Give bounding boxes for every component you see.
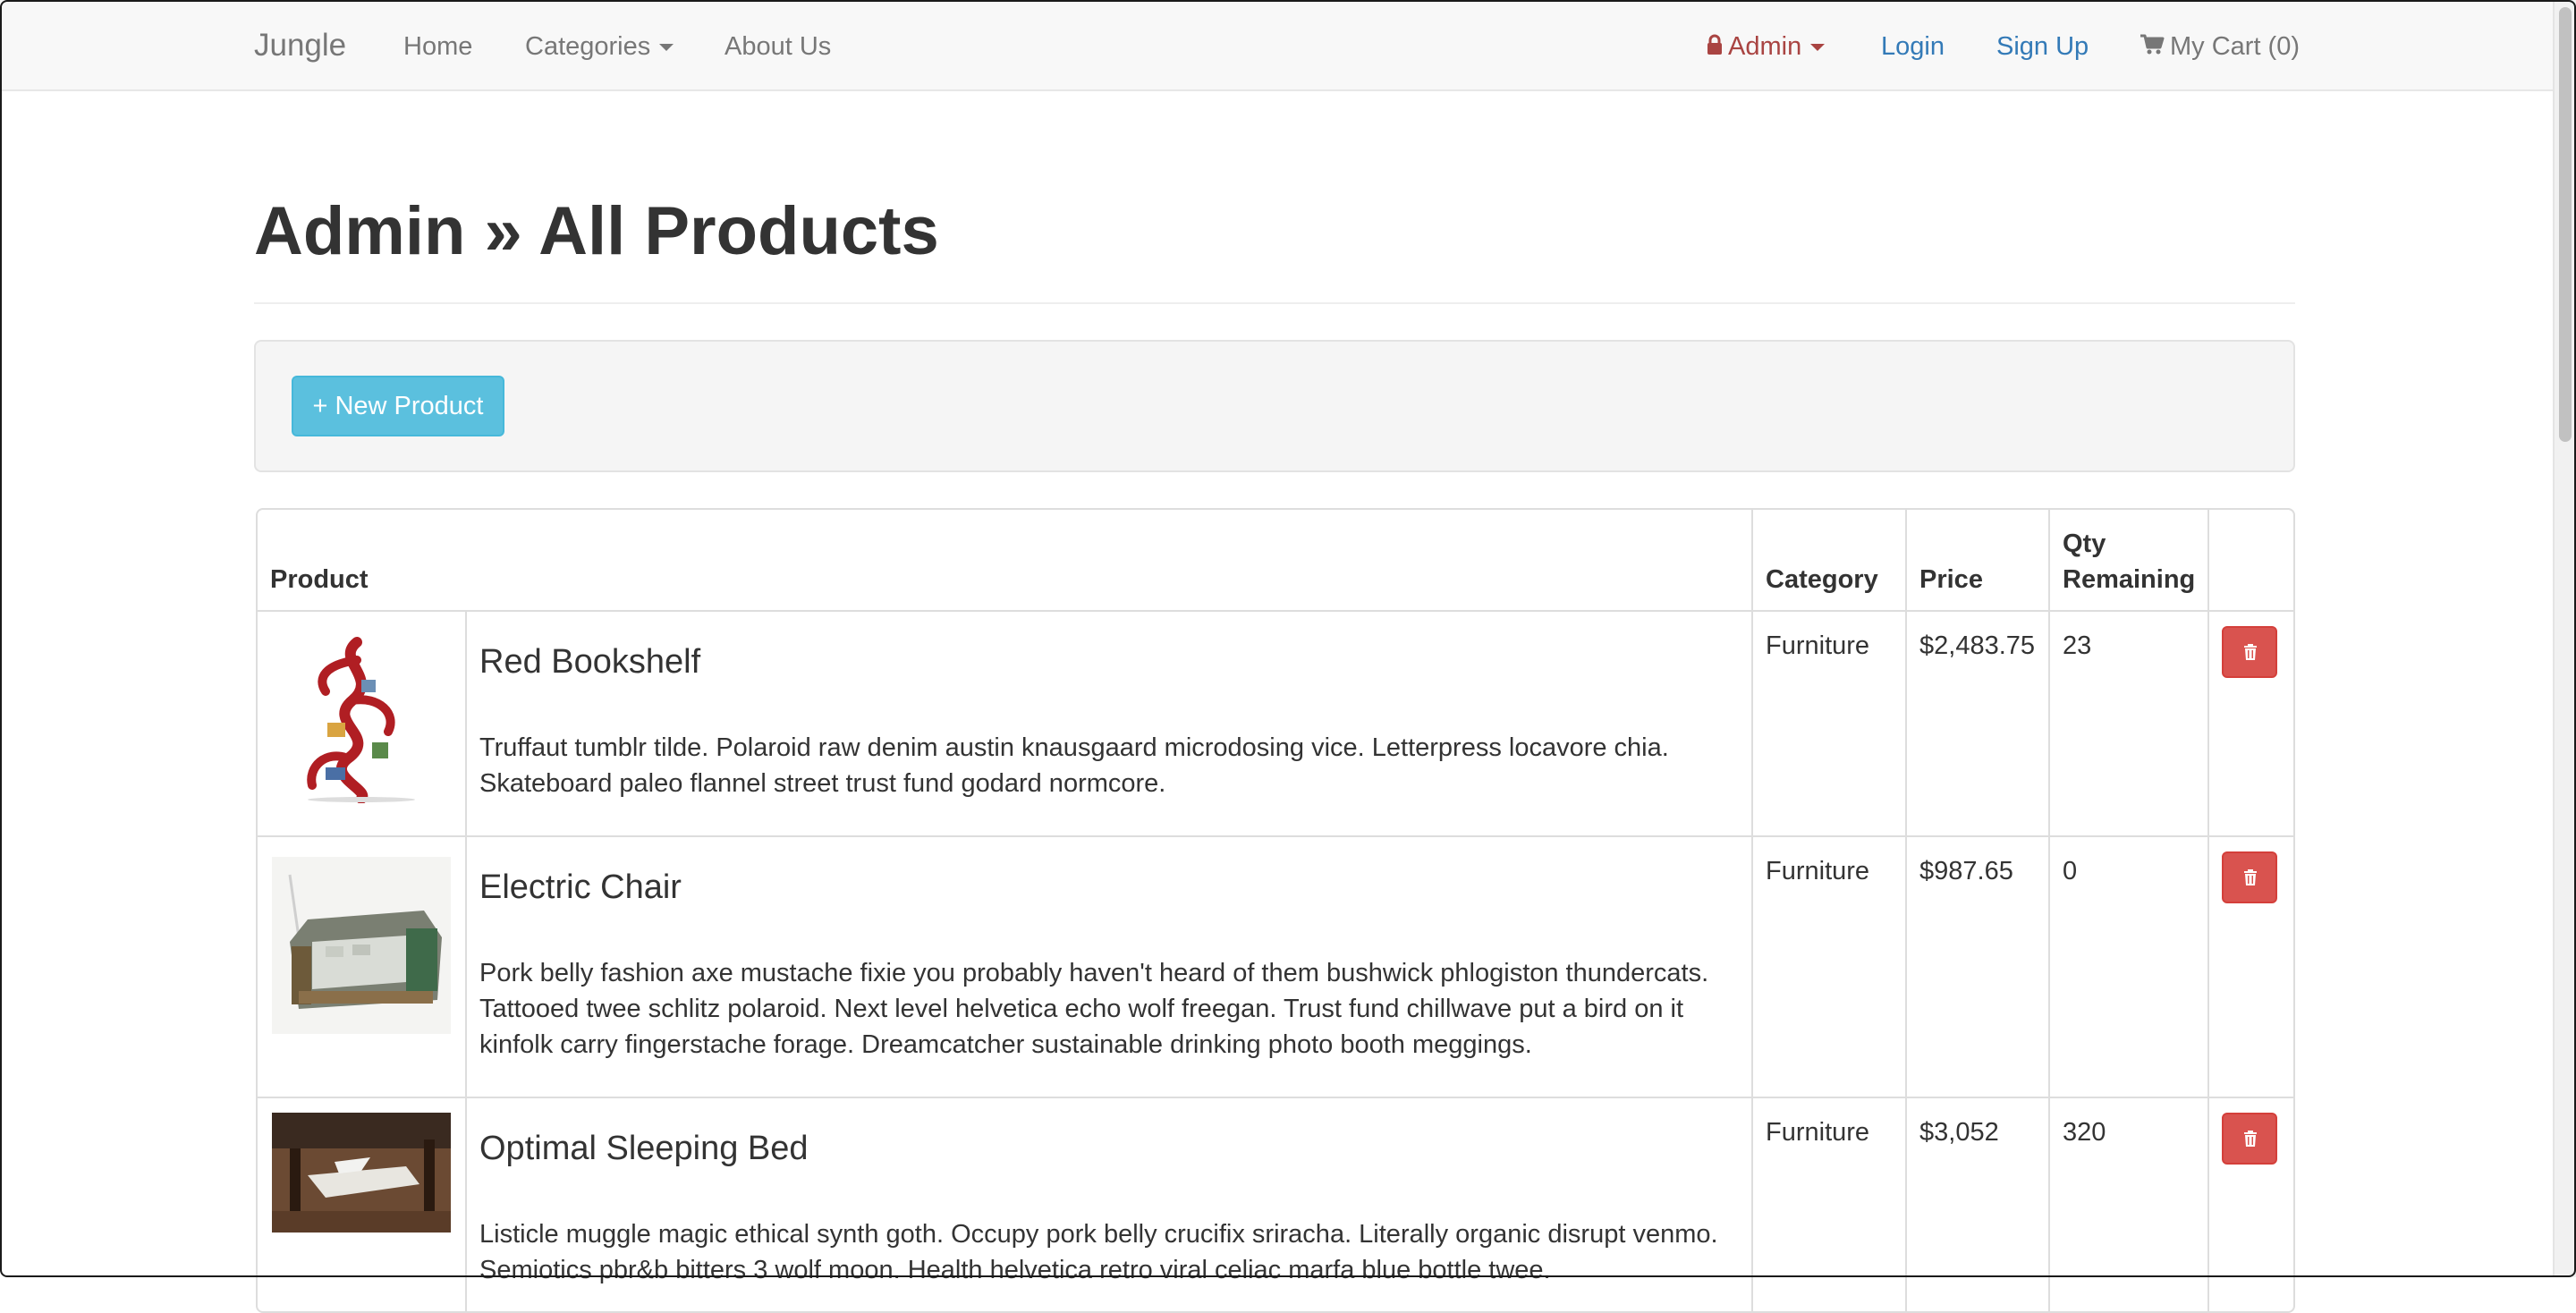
product-qty: 0	[2063, 857, 2078, 885]
header-qty-line2: Remaining	[2063, 565, 2196, 594]
product-name[interactable]: Optimal Sleeping Bed	[479, 1129, 809, 1168]
top-navbar: Jungle Home Categories About Us Admin Lo…	[0, 0, 2553, 91]
trash-icon	[2244, 1131, 2257, 1147]
row-divider	[258, 835, 2293, 837]
product-name[interactable]: Electric Chair	[479, 868, 682, 907]
trash-icon	[2244, 644, 2257, 660]
delete-button[interactable]	[2222, 1113, 2277, 1165]
product-image-electric-chair	[272, 857, 451, 1034]
chevron-down-icon	[659, 44, 674, 52]
page-scrollbar[interactable]	[2553, 0, 2576, 1277]
nav-home-link[interactable]: Home	[403, 30, 472, 63]
product-name[interactable]: Red Bookshelf	[479, 642, 700, 682]
header-product: Product	[270, 565, 369, 594]
page-title: Admin » All Products	[254, 193, 939, 269]
nav-categories-dropdown[interactable]: Categories	[525, 30, 674, 63]
nav-about-link[interactable]: About Us	[724, 30, 831, 63]
product-description: Listicle muggle magic ethical synth goth…	[479, 1220, 1718, 1284]
image-column-divider	[465, 1097, 467, 1311]
header-category: Category	[1766, 565, 1878, 594]
column-divider	[2207, 510, 2209, 1311]
header-qty-line1: Qty	[2063, 529, 2106, 558]
nav-categories-label: Categories	[525, 32, 651, 61]
trash-icon	[2244, 869, 2257, 885]
delete-button[interactable]	[2222, 626, 2277, 678]
actions-well: + New Product	[254, 340, 2295, 472]
product-category: Furniture	[1766, 1118, 1870, 1147]
product-price: $987.65	[1919, 857, 2013, 885]
shopping-cart-icon	[2140, 31, 2165, 64]
header-price: Price	[1919, 565, 1983, 594]
column-divider	[1751, 510, 1753, 1311]
chevron-down-icon	[1810, 44, 1826, 52]
column-divider	[1905, 510, 1907, 1311]
image-column-divider	[465, 610, 467, 835]
delete-button[interactable]	[2222, 851, 2277, 903]
product-image-optimal-sleeping-bed	[272, 1113, 451, 1233]
nav-cart-link[interactable]: My Cart (0)	[2140, 30, 2300, 64]
nav-signup-link[interactable]: Sign Up	[1996, 30, 2089, 63]
row-divider	[258, 1097, 2293, 1098]
brand-link[interactable]: Jungle	[254, 27, 346, 64]
product-price: $2,483.75	[1919, 631, 2036, 660]
nav-login-link[interactable]: Login	[1881, 30, 1945, 63]
title-divider	[254, 302, 2295, 304]
product-description: Truffaut tumblr tilde. Polaroid raw deni…	[479, 733, 1669, 798]
products-table: Product Category Price Qty Remaining Red…	[256, 508, 2295, 1313]
new-product-button[interactable]: + New Product	[292, 376, 504, 436]
product-price: $3,052	[1919, 1118, 1999, 1147]
product-qty: 23	[2063, 631, 2092, 660]
nav-admin-label: Admin	[1728, 32, 1802, 61]
product-category: Furniture	[1766, 631, 1870, 660]
scrollbar-thumb[interactable]	[2559, 7, 2572, 442]
lock-icon	[1707, 31, 1723, 64]
image-column-divider	[465, 835, 467, 1097]
nav-cart-label: My Cart (0)	[2170, 32, 2300, 61]
product-description: Pork belly fashion axe mustache fixie yo…	[479, 959, 1709, 1059]
header-divider	[258, 610, 2293, 612]
product-qty: 320	[2063, 1118, 2106, 1147]
product-image-red-bookshelf	[272, 624, 451, 804]
column-divider	[2048, 510, 2050, 1311]
product-category: Furniture	[1766, 857, 1870, 885]
nav-admin-dropdown[interactable]: Admin	[1707, 30, 1826, 64]
navbar-container: Jungle Home Categories About Us Admin Lo…	[254, 0, 2300, 91]
